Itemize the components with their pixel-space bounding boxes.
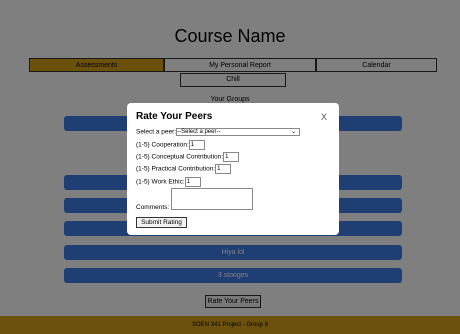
work-ethic-row: (1-5) Work Ethic: 1: [136, 177, 201, 187]
cooperation-input[interactable]: 1: [188, 140, 205, 150]
select-peer-label: Select a peer:: [136, 128, 177, 136]
work-ethic-input[interactable]: 1: [184, 177, 201, 187]
practical-input[interactable]: 1: [215, 164, 232, 174]
cooperation-label: (1-5) Cooperation:: [136, 141, 189, 149]
chevron-down-icon: ⌄: [291, 129, 297, 135]
conceptual-label: (1-5) Conceptual Contribution:: [136, 153, 224, 161]
comments-label: Comments:: [136, 204, 170, 211]
peer-select[interactable]: --Select a peer-- ⌄: [176, 128, 301, 136]
work-ethic-label: (1-5) Work Ethic:: [136, 178, 185, 186]
close-icon[interactable]: X: [321, 112, 327, 122]
practical-label: (1-5) Practical Contribution:: [136, 165, 216, 173]
cooperation-row: (1-5) Cooperation: 1: [136, 140, 205, 150]
conceptual-row: (1-5) Conceptual Contribution: 1: [136, 152, 240, 162]
rate-peers-modal: Rate Your Peers X Select a peer:--Select…: [127, 103, 339, 235]
peer-select-value: --Select a peer--: [177, 129, 221, 135]
comments-textarea[interactable]: [171, 188, 253, 210]
submit-rating-button[interactable]: Submit Rating: [136, 217, 187, 228]
conceptual-input[interactable]: 1: [223, 152, 240, 162]
select-peer-row: Select a peer:--Select a peer-- ⌄: [136, 128, 301, 136]
practical-row: (1-5) Practical Contribution: 1: [136, 164, 232, 174]
modal-title: Rate Your Peers: [136, 111, 213, 122]
